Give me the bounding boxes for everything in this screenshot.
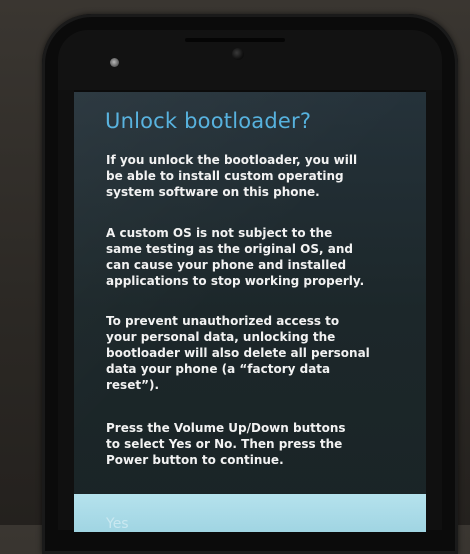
option-label: Yes [106,516,129,532]
warning-paragraph-data-wipe: To prevent unauthorized access to your p… [106,313,406,393]
text-line: system software on this phone. [106,185,320,199]
text-line: same testing as the original OS, and [106,242,353,256]
text-line: Power button to continue. [106,453,284,467]
text-line: Press the Volume Up/Down buttons [106,421,346,435]
instructions-paragraph: Press the Volume Up/Down buttons to sele… [106,420,406,468]
bootloader-unlock-screen: Unlock bootloader? If you unlock the boo… [74,92,426,532]
front-camera [232,48,244,60]
warning-paragraph-install: If you unlock the bootloader, you will b… [106,152,406,200]
text-line: your personal data, unlocking the [106,330,336,344]
phone-frame-left [58,90,74,530]
dialog-title: Unlock bootloader? [105,109,312,133]
text-line: applications to stop working properly. [106,274,365,288]
text-line: data your phone (a “factory data [106,362,331,376]
text-line: To prevent unauthorized access to [106,314,340,328]
earpiece-speaker [185,38,285,42]
text-line: to select Yes or No. Then press the [106,437,343,451]
text-line: bootloader will also delete all personal [106,346,370,360]
notification-led [110,58,119,67]
text-line: can cause your phone and installed [106,258,347,272]
text-line: reset”). [106,378,160,392]
text-line: be able to install custom operating [106,169,344,183]
text-line: If you unlock the bootloader, you will [106,153,358,167]
warning-paragraph-custom-os: A custom OS is not subject to the same t… [106,225,406,289]
phone-frame-right [426,90,442,530]
text-line: A custom OS is not subject to the [106,226,333,240]
option-yes-selected[interactable]: Yes [74,494,426,532]
